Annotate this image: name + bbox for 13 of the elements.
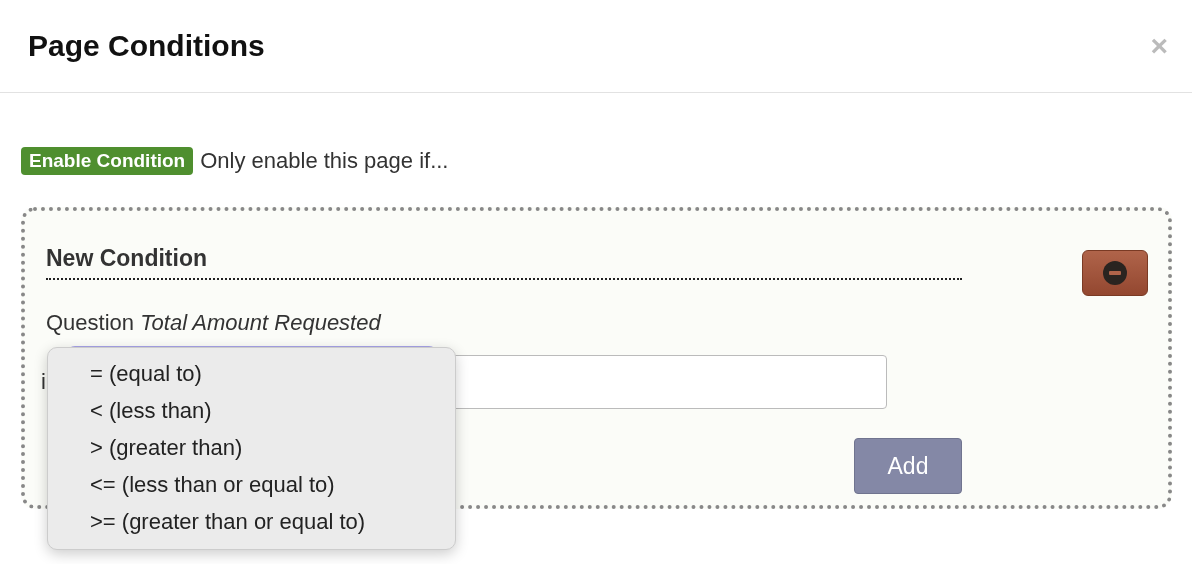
dropdown-option[interactable]: <= (less than or equal to) [48, 467, 455, 504]
dropdown-option[interactable]: >= (greater than or equal to) [48, 504, 455, 541]
enable-condition-badge: Enable Condition [21, 147, 194, 175]
dropdown-option[interactable]: < (less than) [48, 393, 455, 430]
dropdown-option[interactable]: = (equal to) [48, 356, 455, 393]
minus-circle-icon [1102, 260, 1128, 286]
remove-button[interactable] [1082, 250, 1148, 296]
row-label: i [41, 369, 46, 395]
condition-heading: New Condition [46, 245, 962, 280]
dialog-title: Page Conditions [28, 29, 265, 63]
question-label: Question Total Amount Requested [46, 310, 383, 336]
enable-description: Only enable this page if... [200, 148, 449, 174]
dropdown-option[interactable]: > (greater than) [48, 430, 455, 467]
